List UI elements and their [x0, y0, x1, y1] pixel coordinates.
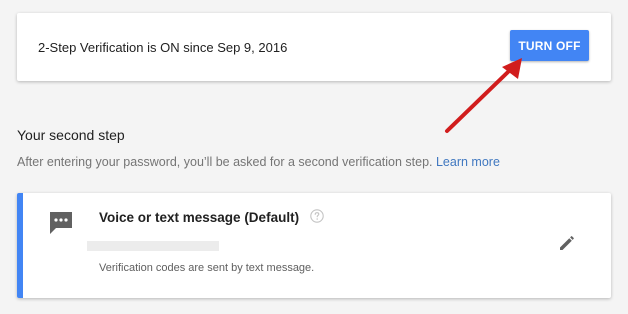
default-accent-bar [17, 193, 23, 298]
status-card: 2-Step Verification is ON since Sep 9, 2… [17, 13, 611, 81]
learn-more-link[interactable]: Learn more [436, 155, 500, 169]
second-step-description: After entering your password, you’ll be … [17, 155, 500, 169]
help-circle-icon[interactable] [310, 209, 324, 223]
sms-message-icon [50, 212, 72, 234]
turn-off-button[interactable]: TURN OFF [510, 30, 589, 61]
second-step-title: Your second step [17, 127, 125, 143]
pencil-icon[interactable] [557, 233, 577, 253]
redacted-phone-number [87, 241, 219, 251]
voice-text-method-card: Voice or text message (Default) Verifica… [17, 193, 611, 298]
status-text: 2-Step Verification is ON since Sep 9, 2… [38, 40, 288, 55]
description-text: After entering your password, you’ll be … [17, 155, 433, 169]
method-title: Voice or text message (Default) [99, 210, 300, 225]
method-note: Verification codes are sent by text mess… [99, 262, 315, 274]
